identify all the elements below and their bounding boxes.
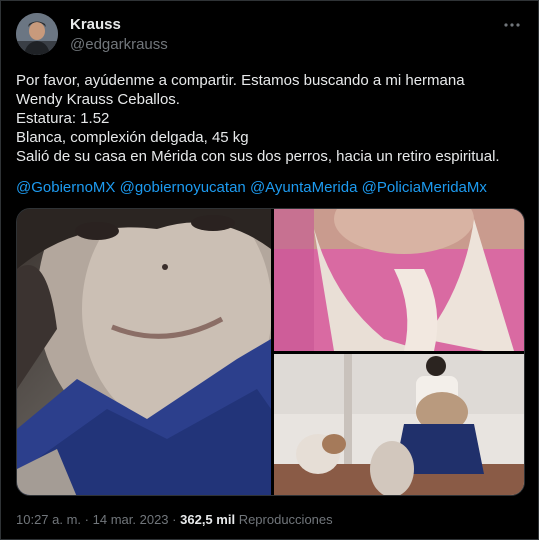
more-options-button[interactable] [502, 15, 522, 35]
ellipsis-icon [504, 23, 520, 27]
tweet-text-line: Wendy Krauss Ceballos. [16, 91, 180, 108]
tweet-text-line: Estatura: 1.52 [16, 110, 110, 127]
author-name[interactable]: Krauss [70, 16, 121, 33]
photo-pink-top[interactable] [274, 209, 524, 351]
photo-portrait[interactable] [17, 209, 271, 495]
author-avatar[interactable] [16, 13, 58, 55]
separator: · [172, 512, 177, 527]
tweet-text-line: Blanca, complexión delgada, 45 kg [16, 129, 249, 146]
user-avatar-icon [16, 13, 58, 55]
view-count: 362,5 mil [180, 512, 236, 527]
tweet-text-line: Por favor, ayúdenme a compartir. Estamos… [16, 72, 465, 89]
tweet-metadata: 10:27 a. m. · 14 mar. 2023 · 362,5 mil R… [16, 512, 333, 527]
tweet-time[interactable]: 10:27 a. m. [16, 512, 81, 527]
tweet-text-line: Salió de su casa en Mérida con sus dos p… [16, 148, 500, 165]
separator: · [84, 512, 90, 527]
tweet-date[interactable]: 14 mar. 2023 [93, 512, 169, 527]
mention-link[interactable]: @GobiernoMX [16, 179, 115, 196]
mention-link[interactable]: @PoliciaMeridaMx [362, 179, 487, 196]
views-label: Reproducciones [238, 512, 333, 527]
tweet-text: Por favor, ayúdenme a compartir. Estamos… [16, 71, 526, 166]
mention-link[interactable]: @AyuntaMerida [250, 179, 358, 196]
mentions: @GobiernoMX @gobiernoyucatan @AyuntaMeri… [16, 179, 487, 196]
photo-with-dogs[interactable] [274, 354, 524, 495]
author-handle[interactable]: @edgarkrauss [70, 36, 168, 53]
media-grid [16, 208, 525, 496]
tweet-card[interactable]: Krauss @edgarkrauss Por favor, ayúdenme … [0, 0, 539, 540]
mention-link[interactable]: @gobiernoyucatan [120, 179, 246, 196]
